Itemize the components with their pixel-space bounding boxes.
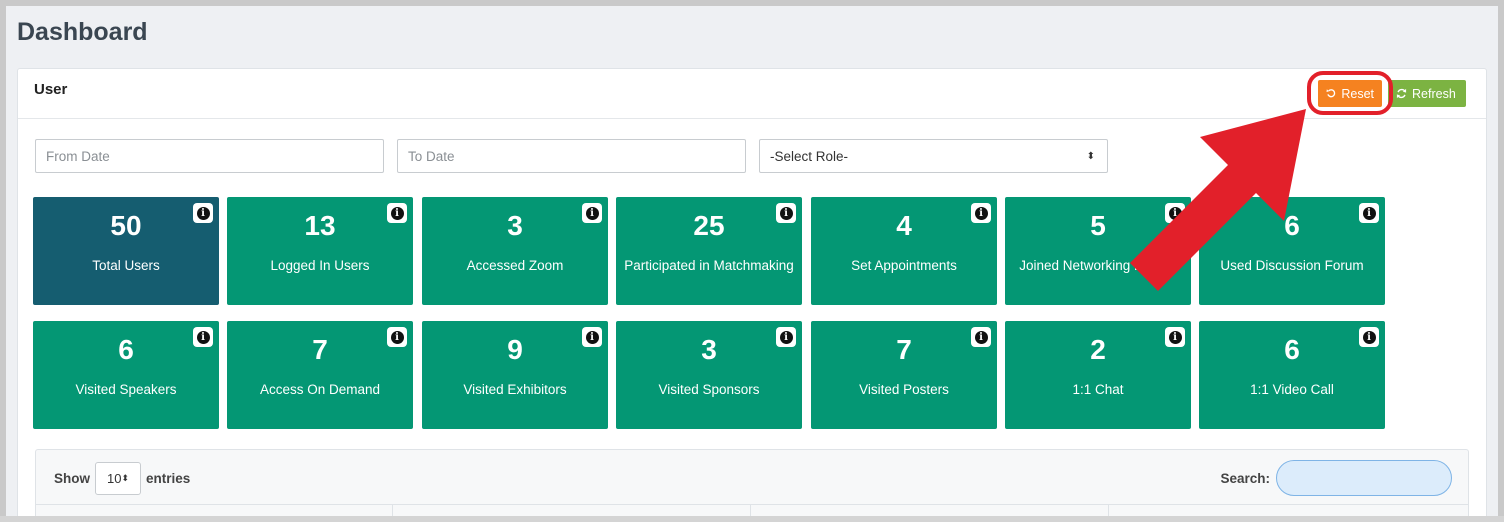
from-date-input[interactable] (35, 139, 384, 173)
column-divider (750, 504, 751, 516)
stat-label: Participated in Matchmaking (624, 258, 794, 273)
stat-label: Visited Exhibitors (463, 382, 567, 397)
column-divider (1108, 504, 1109, 516)
stat-label: Set Appointments (851, 258, 957, 273)
stat-value: 7 (896, 334, 912, 365)
stat-tile[interactable]: i 5 Joined Networking Rooms (1005, 197, 1191, 305)
stat-tile[interactable]: i 4 Set Appointments (811, 197, 997, 305)
stat-value: 7 (312, 334, 328, 365)
filter-row: -Select Role- ⬍ (18, 139, 1486, 173)
stat-label: Logged In Users (270, 258, 370, 273)
role-select-value: -Select Role- (770, 148, 849, 164)
stat-tile[interactable]: i 3 Accessed Zoom (422, 197, 608, 305)
table-length-control: Show 10 ⬍ entries (54, 462, 190, 495)
user-card: User Reset Refresh From Date To Date -Se… (17, 68, 1487, 516)
table-header-divider (36, 504, 1468, 505)
stat-tile[interactable]: i 9 Visited Exhibitors (422, 321, 608, 429)
table-search: Search: (1220, 460, 1452, 496)
stat-label: Joined Networking Rooms (1019, 258, 1177, 273)
stat-label: Visited Sponsors (658, 382, 760, 397)
stat-label: Accessed Zoom (466, 258, 564, 273)
role-select[interactable]: -Select Role- ⬍ (759, 139, 1108, 173)
users-table-wrapper: Show 10 ⬍ entries Search: (35, 449, 1469, 516)
stat-label: 1:1 Chat (1072, 382, 1124, 397)
stat-label: 1:1 Video Call (1250, 382, 1334, 397)
stat-value: 3 (507, 210, 523, 241)
stat-value: 6 (1284, 210, 1300, 241)
undo-icon (1326, 89, 1336, 98)
stat-value: 4 (896, 210, 912, 241)
stat-label: Access On Demand (259, 382, 381, 397)
stat-tile[interactable]: i 6 1:1 Video Call (1199, 321, 1385, 429)
stat-tile[interactable]: i 25 Participated in Matchmaking (616, 197, 802, 305)
stat-tile[interactable]: i 50 Total Users (33, 197, 219, 305)
show-label: Show (54, 471, 90, 486)
stat-value: 6 (118, 334, 134, 365)
stat-value: 13 (304, 210, 336, 241)
stat-label: Total Users (92, 258, 160, 273)
stat-label: Used Discussion Forum (1220, 258, 1364, 273)
card-header: User Reset Refresh (18, 69, 1486, 119)
stat-value: 6 (1284, 334, 1300, 365)
reset-button[interactable]: Reset (1318, 80, 1382, 107)
stat-value: 25 (693, 210, 725, 241)
column-divider (392, 504, 393, 516)
refresh-label: Refresh (1412, 86, 1456, 101)
entries-label: entries (146, 471, 191, 486)
stat-tile[interactable]: i 13 Logged In Users (227, 197, 413, 305)
refresh-button[interactable]: Refresh (1388, 80, 1466, 107)
reset-label: Reset (1341, 86, 1374, 101)
entries-length-select[interactable]: 10 ⬍ (95, 462, 141, 495)
refresh-icon (1396, 88, 1407, 99)
search-label: Search: (1220, 470, 1270, 486)
stat-value: 50 (110, 210, 142, 241)
dashboard-page: Dashboard User Reset Refresh From Date T… (6, 6, 1498, 516)
stat-value: 9 (507, 334, 523, 365)
stat-tile[interactable]: i 2 1:1 Chat (1005, 321, 1191, 429)
stat-label: Visited Posters (859, 382, 949, 397)
stat-tile[interactable]: i 3 Visited Sponsors (616, 321, 802, 429)
stat-label: Visited Speakers (75, 382, 177, 397)
stat-tile[interactable]: i 6 Visited Speakers (33, 321, 219, 429)
stat-tile[interactable]: i 7 Visited Posters (811, 321, 997, 429)
bottom-edge (0, 516, 1504, 522)
search-input[interactable] (1276, 460, 1452, 496)
card-title: User (34, 81, 68, 98)
to-date-input[interactable] (397, 139, 746, 173)
select-caret-icon: ⬍ (121, 473, 129, 483)
page-title: Dashboard (17, 18, 148, 46)
stat-tile[interactable]: i 6 Used Discussion Forum (1199, 197, 1385, 305)
stat-value: 3 (701, 334, 717, 365)
stat-value: 5 (1090, 210, 1106, 241)
stat-tile[interactable]: i 7 Access On Demand (227, 321, 413, 429)
entries-length-value: 10 (106, 471, 122, 486)
stat-value: 2 (1090, 334, 1106, 365)
select-caret-icon: ⬍ (1086, 150, 1095, 162)
